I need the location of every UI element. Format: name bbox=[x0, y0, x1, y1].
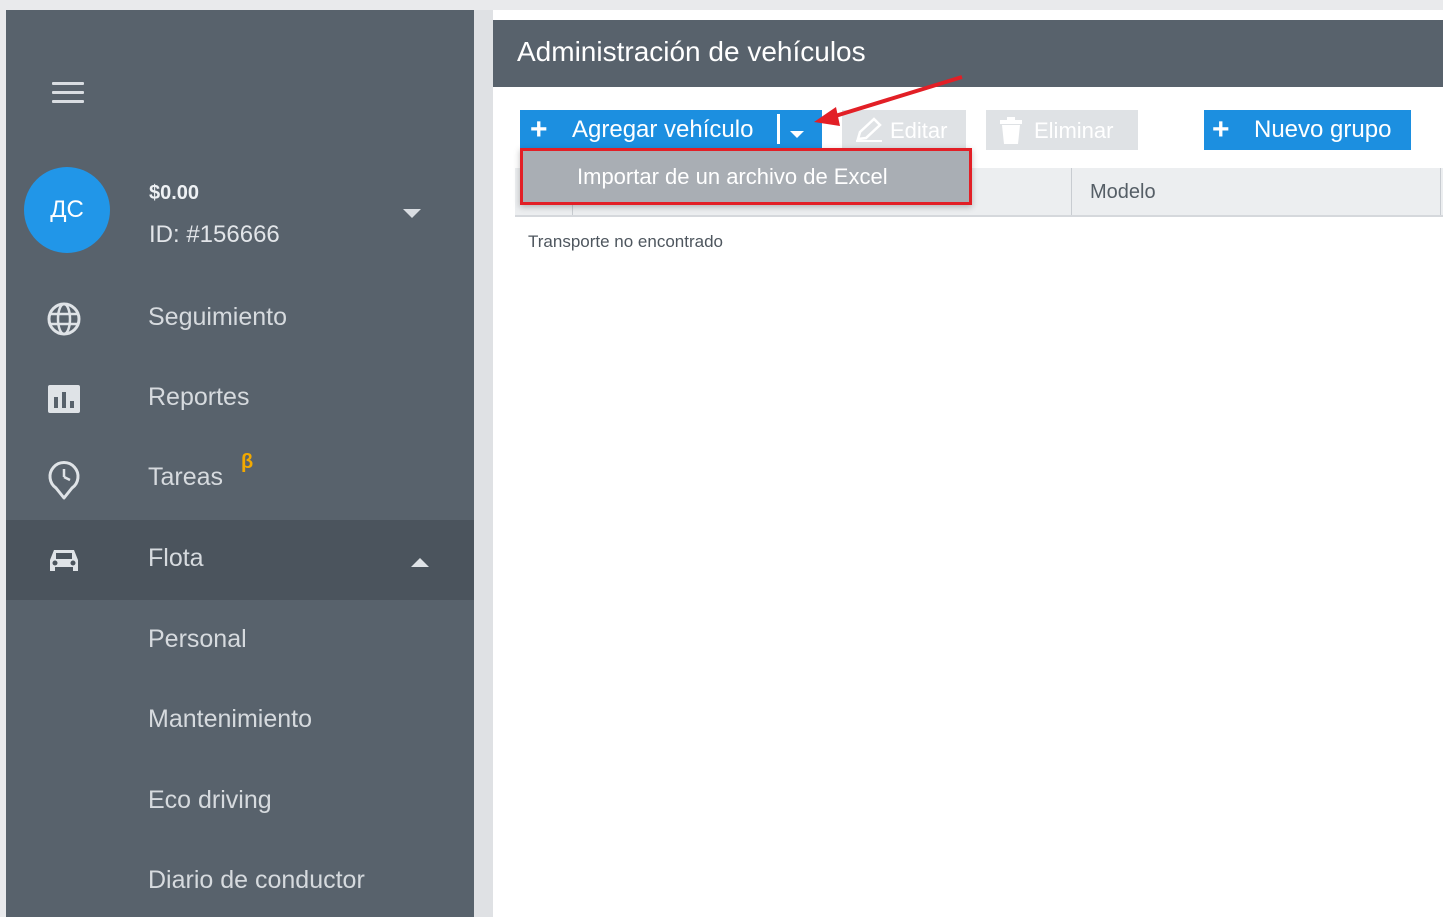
plus-icon: + bbox=[530, 113, 548, 146]
account-id: ID: #156666 bbox=[149, 221, 280, 248]
sidebar-divider bbox=[474, 10, 493, 917]
bar-chart-icon bbox=[44, 381, 84, 417]
sidebar-subitem-mantenimiento[interactable]: Mantenimiento bbox=[148, 705, 312, 734]
avatar[interactable]: ДС bbox=[24, 167, 110, 253]
sidebar: ДС $0.00 ID: #156666 Seguimiento Reporte… bbox=[6, 10, 474, 917]
sidebar-item-label: Tareas bbox=[148, 463, 224, 491]
column-divider bbox=[1071, 168, 1072, 215]
avatar-initials: ДС bbox=[50, 196, 84, 223]
sidebar-item-label: Flota bbox=[148, 544, 204, 572]
edit-button[interactable]: Editar bbox=[842, 110, 966, 150]
column-divider bbox=[1440, 168, 1441, 215]
beta-badge: β bbox=[241, 451, 254, 473]
window-top-frame bbox=[0, 0, 1443, 10]
sidebar-item-label: Seguimiento bbox=[148, 303, 287, 331]
car-icon bbox=[44, 542, 84, 578]
delete-label: Eliminar bbox=[1034, 118, 1114, 143]
import-excel-menu: Importar de un archivo de Excel bbox=[520, 148, 972, 205]
sidebar-subitem-personal[interactable]: Personal bbox=[148, 625, 247, 654]
add-vehicle-label: Agregar vehículo bbox=[572, 116, 754, 143]
sidebar-item-flota[interactable]: Flota bbox=[6, 520, 474, 600]
sidebar-subitem-eco-driving[interactable]: Eco driving bbox=[148, 786, 272, 815]
plus-icon: + bbox=[1212, 113, 1230, 146]
add-vehicle-button[interactable]: + Agregar vehículo bbox=[520, 110, 822, 150]
empty-table-message: Transporte no encontrado bbox=[528, 232, 723, 251]
chevron-up-icon bbox=[411, 555, 429, 573]
page-title: Administración de vehículos bbox=[517, 36, 866, 67]
new-group-button[interactable]: + Nuevo grupo bbox=[1204, 110, 1411, 150]
sidebar-subitem-diario-de-conductor[interactable]: Diario de conductor bbox=[148, 866, 365, 895]
sidebar-item-seguimiento[interactable]: Seguimiento bbox=[6, 279, 474, 359]
new-group-label: Nuevo grupo bbox=[1254, 116, 1392, 143]
button-separator bbox=[777, 114, 780, 144]
page-header: Administración de vehículos bbox=[493, 20, 1443, 87]
sidebar-item-reportes[interactable]: Reportes bbox=[6, 359, 474, 439]
globe-icon bbox=[44, 301, 84, 337]
sidebar-item-tareas[interactable]: Tareas β bbox=[6, 439, 474, 519]
sidebar-item-label: Reportes bbox=[148, 383, 250, 411]
delete-button[interactable]: Eliminar bbox=[986, 110, 1138, 150]
add-vehicle-dropdown-toggle[interactable] bbox=[790, 126, 804, 144]
trash-icon bbox=[998, 117, 1024, 151]
account-balance: $0.00 bbox=[149, 182, 200, 204]
pencil-icon bbox=[854, 117, 884, 149]
menu-item-import-excel[interactable]: Importar de un archivo de Excel bbox=[577, 164, 888, 190]
hamburger-menu-icon[interactable] bbox=[52, 80, 84, 106]
account-menu-caret-icon[interactable] bbox=[403, 206, 421, 224]
column-header-modelo[interactable]: Modelo bbox=[1090, 181, 1156, 204]
location-clock-icon bbox=[44, 461, 84, 500]
edit-label: Editar bbox=[890, 118, 948, 143]
